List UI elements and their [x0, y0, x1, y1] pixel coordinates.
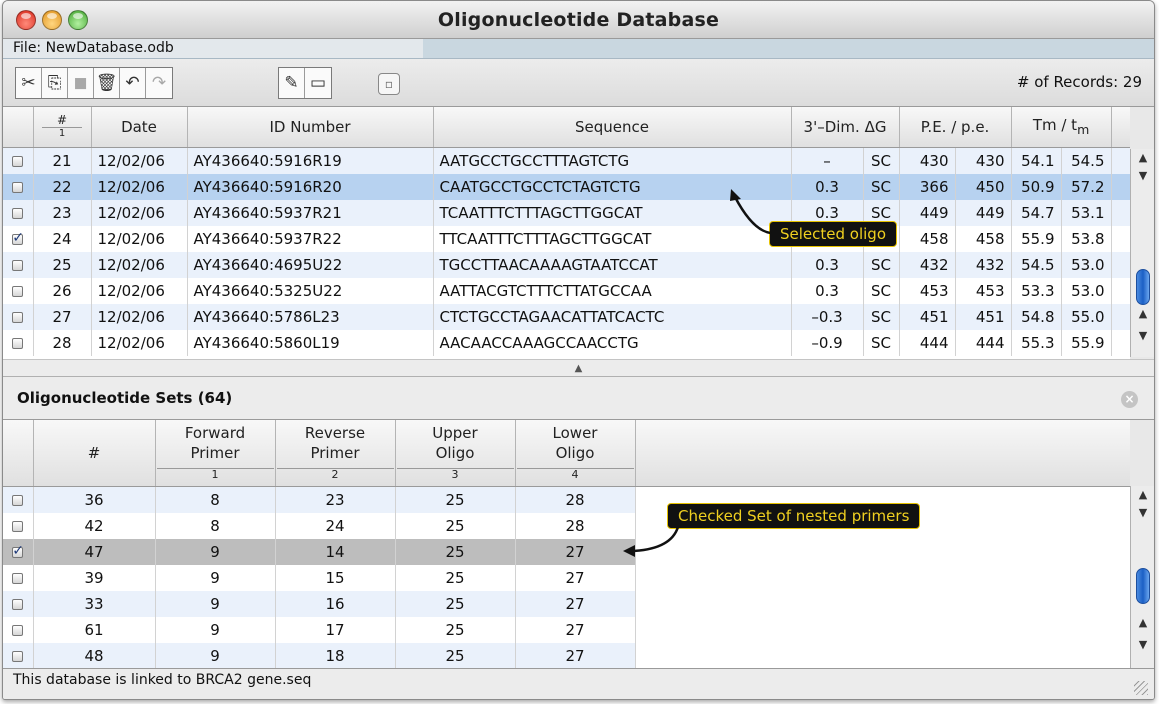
app-window: Oligonucleotide Database File: NewDataba… [2, 0, 1155, 700]
arrow-to-checked-set [632, 526, 680, 553]
arrow-head-selected [730, 189, 741, 201]
callout-arrows [623, 189, 772, 557]
status-bar: This database is linked to BRCA2 gene.se… [3, 668, 1154, 699]
status-text: This database is linked to BRCA2 gene.se… [13, 672, 312, 688]
arrow-head-checked [623, 545, 635, 557]
resize-grip-icon[interactable] [1134, 681, 1148, 695]
arrow-to-selected-oligo [733, 196, 772, 235]
